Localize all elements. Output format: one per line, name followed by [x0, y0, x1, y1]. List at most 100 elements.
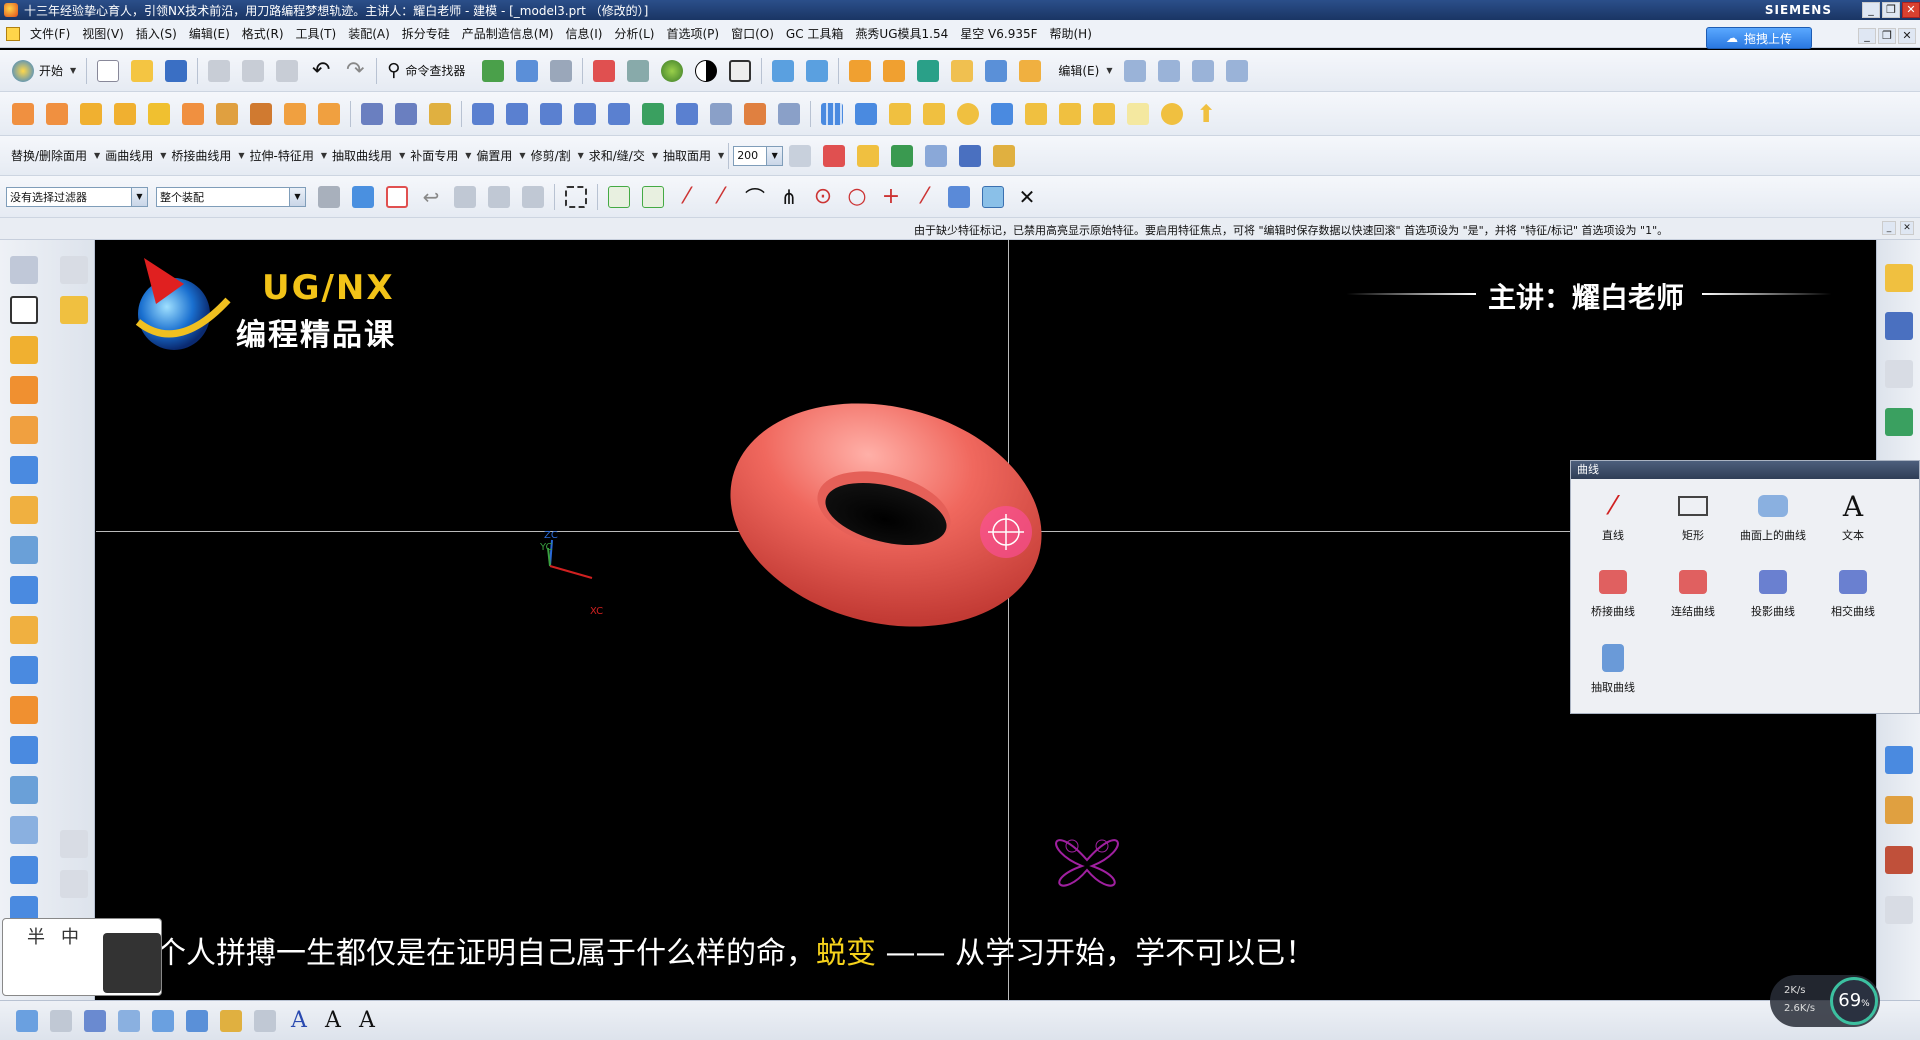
feature-tool-3[interactable] [76, 99, 106, 129]
left-tool-extrude[interactable] [10, 336, 38, 364]
bottom-tool-1[interactable] [12, 1006, 42, 1036]
analysis-tool-3[interactable] [921, 141, 951, 171]
tb-replace-delete-face[interactable]: 替换/删除面用 [6, 147, 92, 164]
start-button[interactable]: 开始 ▼ [8, 56, 80, 86]
cut-button[interactable] [204, 56, 234, 86]
feature-tool-2[interactable] [42, 99, 72, 129]
left-tool-unite[interactable] [10, 736, 38, 764]
snap-endpoint-button[interactable] [604, 182, 634, 212]
copy-button[interactable] [238, 56, 268, 86]
snap-line2-button[interactable]: ⁄ [706, 182, 736, 212]
feature-tool-1[interactable] [8, 99, 38, 129]
curve-project-button[interactable]: 投影曲线 [1733, 559, 1813, 621]
left-tool-rectangle[interactable] [10, 296, 38, 324]
edit-tool-1[interactable] [1120, 56, 1150, 86]
edit-tool-3[interactable] [1188, 56, 1218, 86]
close-button[interactable]: ✕ [1902, 2, 1920, 18]
left-tool-cylinder[interactable] [10, 416, 38, 444]
analysis-tool-4[interactable] [955, 141, 985, 171]
bottom-tool-10[interactable]: A [318, 1006, 348, 1036]
layout-tool-10[interactable] [1123, 99, 1153, 129]
menu-preferences[interactable]: 首选项(P) [660, 25, 725, 42]
bottom-tool-11[interactable]: A [352, 1006, 382, 1036]
snap-line-button[interactable]: ⁄ [672, 182, 702, 212]
surface-tool-11[interactable] [706, 99, 736, 129]
bottom-tool-7[interactable] [216, 1006, 246, 1036]
snap-center-button[interactable]: ⊙ [808, 182, 838, 212]
menu-help[interactable]: 帮助(H) [1044, 25, 1098, 42]
restore-button[interactable]: ❐ [1882, 2, 1900, 18]
edit-tool-2[interactable] [1154, 56, 1184, 86]
menu-split[interactable]: 拆分专硅 [396, 25, 456, 42]
layout-tool-3[interactable] [885, 99, 915, 129]
tb-extrude-feature[interactable]: 拉伸-特征用 [245, 147, 319, 164]
left-tool-trim[interactable] [60, 256, 88, 284]
curve-on-surface-button[interactable]: 曲面上的曲线 [1733, 483, 1813, 545]
layout-tool-5[interactable] [953, 99, 983, 129]
feature-tool-7[interactable] [212, 99, 242, 129]
reuse-library-tab[interactable] [1885, 408, 1913, 436]
select-tool-4[interactable]: ↩ [416, 182, 446, 212]
select-tool-7[interactable] [518, 182, 548, 212]
left-tool-curve-b[interactable] [60, 870, 88, 898]
left-tool-offset[interactable] [60, 296, 88, 324]
bottom-tool-8[interactable] [250, 1006, 280, 1036]
menu-format[interactable]: 格式(R) [236, 25, 290, 42]
mold-tool-4[interactable] [947, 56, 977, 86]
assembly-navigator-tab[interactable] [1885, 264, 1913, 292]
select-box-button[interactable] [561, 182, 591, 212]
snap-button[interactable] [478, 56, 508, 86]
menu-pmi[interactable]: 产品制造信息(M) [456, 25, 560, 42]
curve-line-button[interactable]: ⁄ 直线 [1573, 483, 1653, 545]
select-tool-3[interactable] [382, 182, 412, 212]
analysis-tool-1[interactable] [853, 141, 883, 171]
left-tool-pattern[interactable] [10, 496, 38, 524]
edit-tool-4[interactable] [1222, 56, 1252, 86]
doc-close-button[interactable]: ✕ [1898, 28, 1916, 44]
layout-tool-1[interactable] [817, 99, 847, 129]
layout-tool-8[interactable] [1055, 99, 1085, 129]
history-tab[interactable] [1885, 746, 1913, 774]
tb-patch-face[interactable]: 补面专用 [405, 147, 463, 164]
surface-tool-13[interactable] [774, 99, 804, 129]
snap-face-button[interactable] [944, 182, 974, 212]
open-file-button[interactable] [127, 56, 157, 86]
status-minimize-button[interactable]: _ [1882, 221, 1896, 235]
fit-view-button[interactable] [589, 56, 619, 86]
curve-intersect-button[interactable]: 相交曲线 [1813, 559, 1893, 621]
roles-tab[interactable] [1885, 796, 1913, 824]
layout-tool-12[interactable]: ⬆ [1191, 99, 1221, 129]
layout-tool-4[interactable] [919, 99, 949, 129]
background-button[interactable] [725, 56, 755, 86]
assembly-tool-1[interactable] [768, 56, 798, 86]
bottom-tool-3[interactable] [80, 1006, 110, 1036]
new-file-button[interactable] [93, 56, 123, 86]
transform-button[interactable] [546, 56, 576, 86]
surface-tool-10[interactable] [672, 99, 702, 129]
surface-tool-7[interactable] [570, 99, 600, 129]
type-filter-select[interactable]: 没有选择过滤器 ▼ [6, 186, 148, 207]
menu-window[interactable]: 窗口(O) [725, 25, 780, 42]
feature-tool-8[interactable] [246, 99, 276, 129]
tb-extract-curve[interactable]: 抽取曲线用 [327, 147, 397, 164]
menu-file[interactable]: 文件(F) [24, 25, 76, 42]
menu-insert[interactable]: 插入(S) [130, 25, 183, 42]
menu-tools[interactable]: 工具(T) [290, 25, 343, 42]
surface-tool-8[interactable] [604, 99, 634, 129]
mold-tool-6[interactable] [1015, 56, 1045, 86]
ime-chinese-mode[interactable]: 中 [61, 923, 79, 949]
bottom-tool-4[interactable] [114, 1006, 144, 1036]
tb-draw-curve[interactable]: 画曲线用 [100, 147, 158, 164]
menu-gc-toolkit[interactable]: GC 工具箱 [780, 25, 850, 42]
torus-model[interactable] [726, 400, 1066, 640]
mold-tool-1[interactable] [845, 56, 875, 86]
left-tool-subtract[interactable] [10, 696, 38, 724]
constraint-navigator-tab[interactable] [1885, 312, 1913, 340]
bottom-tool-6[interactable] [182, 1006, 212, 1036]
bottom-tool-2[interactable] [46, 1006, 76, 1036]
curve-join-button[interactable]: 连结曲线 [1653, 559, 1733, 621]
tb-unite-sew-intersect[interactable]: 求和/缝/交 [584, 147, 650, 164]
select-tool-6[interactable] [484, 182, 514, 212]
feature-tool-9[interactable] [280, 99, 310, 129]
zoom-select[interactable]: 200 ▼ [733, 145, 784, 166]
